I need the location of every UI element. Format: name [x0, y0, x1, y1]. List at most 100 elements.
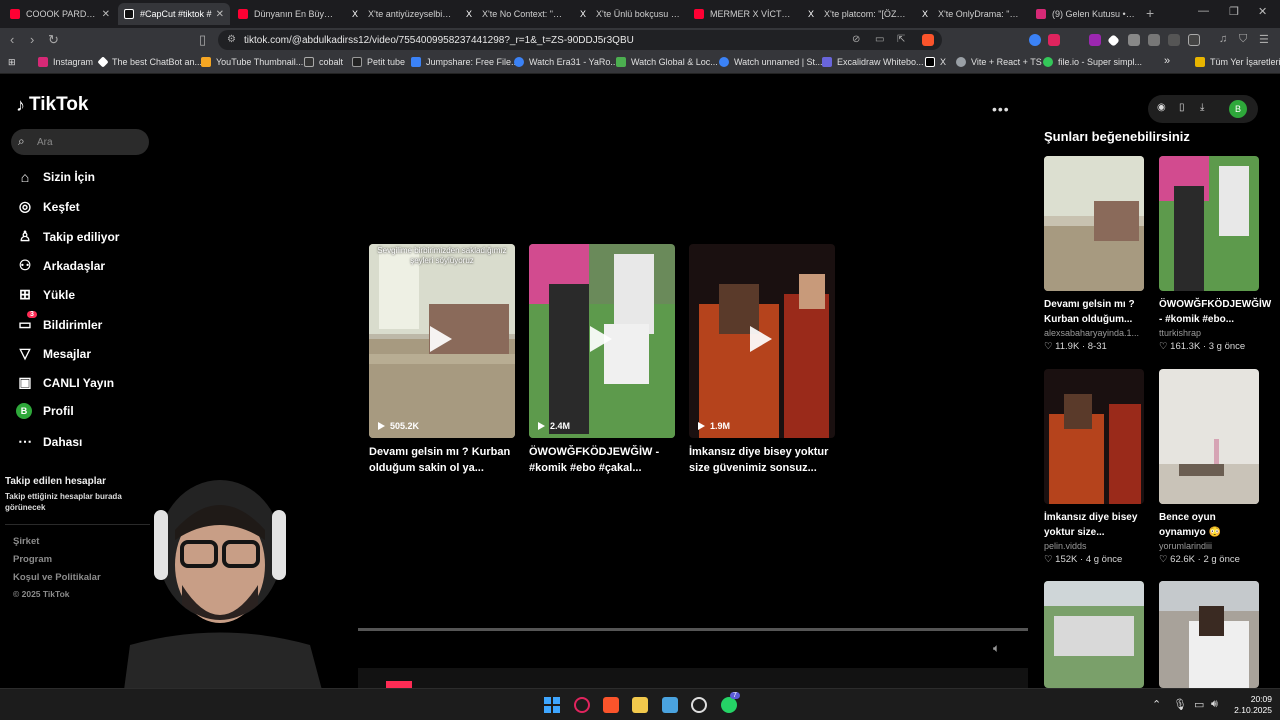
file-explorer-icon[interactable]: [632, 697, 648, 713]
browser-tab[interactable]: MERMER X VİCTORY L: [688, 3, 800, 25]
profile-avatar[interactable]: B: [1229, 100, 1247, 118]
play-icon[interactable]: [750, 326, 772, 352]
video-title[interactable]: İmkansız diye bisey yoktur size güvenimi…: [689, 444, 835, 476]
recommended-author[interactable]: alexsabaharyayinda.1...: [1044, 328, 1144, 338]
obs-icon[interactable]: [691, 697, 707, 713]
forward-icon[interactable]: ›: [30, 32, 34, 47]
extension-icon[interactable]: [1168, 34, 1180, 46]
extension-icon[interactable]: [1128, 34, 1140, 46]
close-window-icon[interactable]: ✕: [1258, 5, 1267, 18]
bookmark-excalidraw[interactable]: Excalidraw Whitebo...: [822, 57, 924, 67]
nav-messages[interactable]: ▽ Mesajlar: [16, 345, 91, 362]
recommended-author[interactable]: yorumlarindiii: [1159, 541, 1259, 551]
browser-tab[interactable]: X X'te Ünlü bokçusu 🙈: [574, 3, 686, 25]
recommended-thumbnail[interactable]: [1044, 369, 1144, 504]
browser-tab[interactable]: X X'te antiyüzeyselbilgi:: [346, 3, 458, 25]
footer-link-terms[interactable]: Koşul ve Politikalar: [13, 572, 101, 583]
nav-explore[interactable]: ◎ Keşfet: [16, 198, 80, 215]
recommended-title[interactable]: İmkansız diye bisey yoktur size...: [1044, 510, 1144, 540]
extension-icon[interactable]: [1089, 34, 1101, 46]
site-info-icon[interactable]: ⚙: [227, 34, 236, 45]
speaker-icon[interactable]: 🔊︎: [1211, 698, 1218, 711]
bookmark-cobalt[interactable]: cobalt: [304, 57, 343, 67]
opera-icon[interactable]: [574, 697, 590, 713]
volume-icon[interactable]: 🔈︎: [993, 641, 1000, 656]
nav-live[interactable]: ▣ CANLI Yayın: [16, 374, 114, 391]
bookmark-vite[interactable]: Vite + React + TS: [956, 57, 1042, 67]
recommended-video[interactable]: ÖWOWĞFKÖDJEWĞİW - #komik #ebo... tturkis…: [1159, 156, 1271, 352]
browser-tab[interactable]: X X'te No Context: "Adam: [460, 3, 572, 25]
video-card[interactable]: 1.9M İmkansız diye bisey yoktur size güv…: [689, 244, 835, 476]
recommended-thumbnail[interactable]: [1044, 581, 1144, 688]
video-card[interactable]: Sevgilime birbirimizden sakladığımız şey…: [369, 244, 515, 476]
system-clock[interactable]: 20:09 2.10.2025: [1230, 694, 1272, 716]
compass-icon[interactable]: ◉: [1157, 102, 1166, 113]
recommended-title[interactable]: Bence oyun oynamıyo 😳: [1159, 510, 1259, 540]
recommended-thumbnail[interactable]: [1044, 156, 1144, 291]
network-icon[interactable]: ▭: [1194, 698, 1204, 711]
translate-icon[interactable]: ⊘: [852, 34, 860, 45]
bookmark-youtube-thumbnail[interactable]: YouTube Thumbnail...: [201, 57, 303, 67]
bookmark-x[interactable]: X: [925, 57, 946, 67]
more-bookmarks-icon[interactable]: »: [1164, 55, 1170, 67]
extension-icon[interactable]: [1048, 34, 1060, 46]
vpn-icon[interactable]: ⛉: [1239, 33, 1247, 46]
more-options-icon[interactable]: •••: [992, 101, 1010, 117]
recommended-thumbnail[interactable]: [1159, 369, 1259, 504]
bookmark-era31[interactable]: Watch Era31 - YaRo...: [514, 57, 618, 67]
browser-tab[interactable]: Dünyanın En Büyük Op: [232, 3, 344, 25]
bookmark-file-io[interactable]: file.io - Super simpl...: [1043, 57, 1142, 67]
bookmark-icon[interactable]: ▯: [199, 32, 206, 48]
url-field[interactable]: ⚙ tiktok.com/@abdulkadirss12/video/75540…: [218, 30, 942, 50]
sidebar-icon[interactable]: [1188, 34, 1200, 46]
nav-following[interactable]: ♙ Takip ediliyor: [16, 228, 120, 245]
bookmark-petit-tube[interactable]: Petit tube: [352, 57, 405, 67]
recommended-video[interactable]: Bence oyun oynamıyo 😳 yorumlarindiii ♡ 6…: [1159, 369, 1259, 565]
menu-icon[interactable]: ☰: [1259, 33, 1269, 46]
nav-friends[interactable]: ⚇ Arkadaşlar: [16, 257, 105, 274]
brave-shield-icon[interactable]: [922, 34, 934, 46]
nav-upload[interactable]: ⊞ Yükle: [16, 286, 75, 303]
search-input[interactable]: ⌕ Ara: [11, 129, 149, 155]
bookmark-jumpshare[interactable]: Jumpshare: Free File...: [411, 57, 519, 67]
restore-icon[interactable]: ❐: [1229, 5, 1239, 18]
browser-tab[interactable]: X X'te platcom: "[ÖZEL]: [802, 3, 914, 25]
new-tab-button[interactable]: +: [1146, 5, 1154, 21]
recommended-thumbnail[interactable]: [1159, 581, 1259, 688]
microphone-icon[interactable]: 🎙︎: [1173, 698, 1187, 711]
bookmark-instagram[interactable]: Instagram: [38, 57, 93, 67]
nav-profile[interactable]: B Profil: [16, 403, 74, 419]
extension-icon[interactable]: [1029, 34, 1041, 46]
nav-for-you[interactable]: ⌂ Sizin İçin: [16, 169, 95, 185]
back-icon[interactable]: ‹: [10, 32, 14, 47]
nav-more[interactable]: ⋯ Dahası: [16, 433, 82, 450]
recommended-thumbnail[interactable]: [1159, 156, 1259, 291]
reload-icon[interactable]: ↻: [48, 32, 59, 48]
tray-chevron-icon[interactable]: ⌃: [1152, 698, 1161, 711]
extension-icon[interactable]: [1107, 34, 1120, 47]
play-icon[interactable]: [430, 326, 452, 352]
footer-link-program[interactable]: Program: [13, 554, 52, 565]
device-icon[interactable]: ▯: [1179, 102, 1185, 113]
video-thumbnail[interactable]: 2.4M: [529, 244, 675, 438]
recommended-title[interactable]: Devamı gelsin mı ? Kurban olduğum...: [1044, 297, 1144, 327]
browser-tab[interactable]: (9) Gelen Kutusu • Soh: [1030, 3, 1142, 25]
brave-icon[interactable]: [603, 697, 619, 713]
close-icon[interactable]: ✕: [102, 9, 110, 20]
download-icon[interactable]: ⤓: [1200, 102, 1204, 113]
apps-icon[interactable]: ⊞: [8, 57, 16, 68]
footer-link-company[interactable]: Şirket: [13, 536, 39, 547]
all-bookmarks-folder[interactable]: Tüm Yer İşaretleri: [1195, 57, 1280, 67]
extension-icon[interactable]: [1148, 34, 1160, 46]
cast-icon[interactable]: ▭: [875, 34, 884, 45]
video-thumbnail[interactable]: Sevgilime birbirimizden sakladığımız şey…: [369, 244, 515, 438]
recommended-video[interactable]: Devamı gelsin mı ? Kurban olduğum... ale…: [1044, 156, 1144, 352]
browser-tab[interactable]: COOOK PARDON ✕: [4, 3, 116, 25]
minimize-icon[interactable]: —: [1198, 5, 1209, 17]
music-icon[interactable]: ♫: [1219, 33, 1227, 45]
video-title[interactable]: ÖWOWĞFKÖDJEWĞİW - #komik #ebo #çakal...: [529, 444, 675, 476]
close-icon[interactable]: ✕: [216, 9, 224, 20]
share-icon[interactable]: ⇱: [897, 34, 905, 45]
browser-tab-active[interactable]: #CapCut #tiktok # ✕: [118, 3, 230, 25]
tiktok-logo[interactable]: ♪ TikTok: [16, 94, 88, 116]
